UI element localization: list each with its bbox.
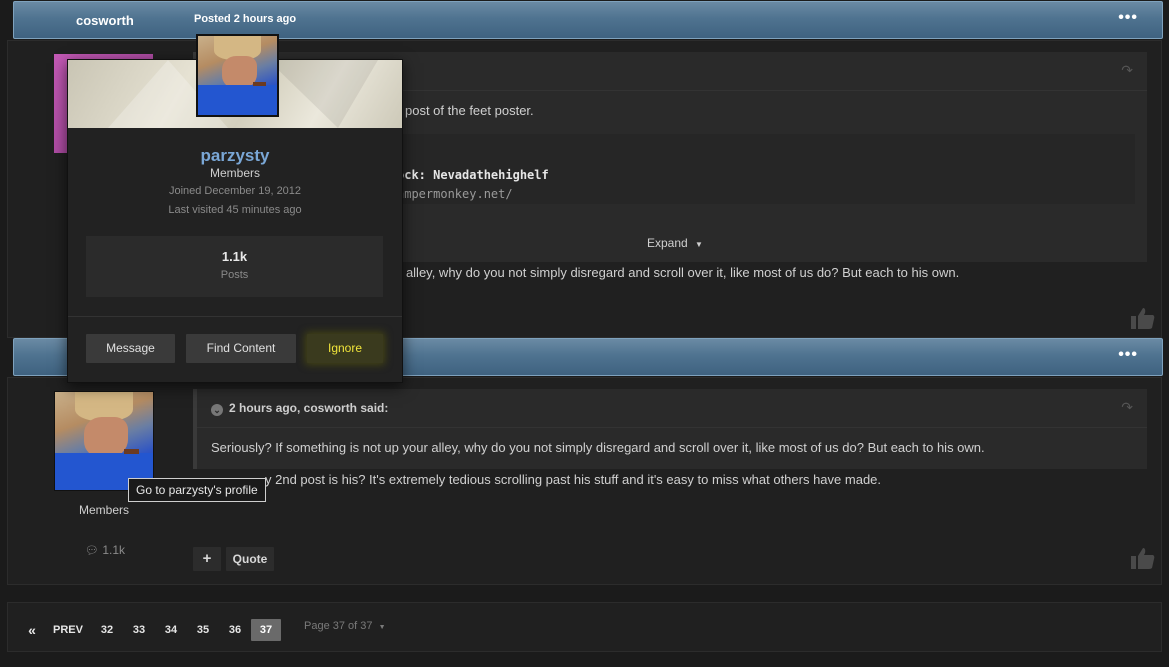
quote-text: Seriously? If something is not up your a…: [211, 440, 985, 455]
post-count-value: 1.1k: [102, 543, 125, 557]
comment-icon: 💬︎: [85, 545, 99, 557]
card-username[interactable]: parzysty: [68, 146, 402, 166]
share-arrow-icon[interactable]: ↷: [1121, 62, 1133, 79]
citation-text: 2 hours ago, cosworth said:: [229, 401, 389, 415]
ignore-button[interactable]: Ignore: [307, 334, 383, 363]
quote-block-2: ⌄ 2 hours ago, cosworth said: ↷ Seriously…: [193, 389, 1147, 469]
multiquote-button[interactable]: +: [193, 547, 221, 571]
pagination: « PREV 32 33 34 35 36 37 Page 37 of 37 ▼: [7, 602, 1162, 652]
page-link[interactable]: 35: [192, 619, 214, 641]
post-menu-button[interactable]: •••: [1118, 10, 1138, 26]
author-group: Members: [79, 503, 130, 517]
author-post-count[interactable]: 💬︎ 1.1k: [85, 543, 125, 557]
share-arrow-icon[interactable]: ↷: [1121, 399, 1133, 416]
card-group: Members: [209, 166, 260, 180]
divider: [68, 316, 402, 317]
current-page[interactable]: 37: [251, 619, 281, 641]
expand-label: Expand: [647, 236, 688, 250]
first-page-button[interactable]: «: [24, 619, 40, 641]
page-link[interactable]: 36: [224, 619, 246, 641]
find-content-button[interactable]: Find Content: [186, 334, 296, 363]
page-info-text: Page 37 of 37: [304, 620, 373, 632]
card-avatar[interactable]: [196, 34, 279, 117]
quote-button[interactable]: Quote: [226, 547, 274, 571]
like-icon[interactable]: [1131, 547, 1155, 569]
page-jump-dropdown[interactable]: Page 37 of 37 ▼: [304, 620, 386, 632]
caret-down-icon: ▼: [378, 624, 386, 631]
prev-button[interactable]: PREV: [50, 619, 86, 641]
post-author[interactable]: cosworth: [76, 13, 134, 28]
posts-stat: 1.1k Posts: [86, 236, 383, 297]
page-link[interactable]: 33: [128, 619, 150, 641]
post-text: r alley, why do you not simply disregard…: [398, 265, 960, 280]
expand-button[interactable]: Expand ▼: [647, 236, 703, 250]
card-last-visited: Last visited 45 minutes ago: [168, 204, 302, 216]
quote-citation[interactable]: ⌄ 2 hours ago, cosworth said:: [211, 401, 388, 416]
poster-avatar-2[interactable]: [54, 391, 154, 491]
chevron-down-icon[interactable]: ⌄: [211, 404, 223, 416]
page-link[interactable]: 32: [96, 619, 118, 641]
post-header-1: cosworth Posted 2 hours ago •••: [13, 1, 1163, 39]
posts-label: Posts: [220, 269, 249, 281]
caret-down-icon: ▼: [695, 240, 703, 249]
message-button[interactable]: Message: [86, 334, 175, 363]
post-date[interactable]: Posted 2 hours ago: [194, 13, 296, 25]
profile-tooltip: Go to parzysty's profile: [128, 478, 266, 502]
post-text: y 2nd post is his? It's extremely tediou…: [265, 472, 882, 487]
posts-count: 1.1k: [221, 249, 248, 264]
card-joined: Joined December 19, 2012: [168, 185, 302, 197]
code-block: ock: Nevadathehighelf ampermonkey.net/: [397, 134, 1135, 204]
quote-header: ⌄ 2 hours ago, cosworth said: ↷: [197, 389, 1147, 428]
post-menu-button[interactable]: •••: [1118, 347, 1138, 363]
code-line: ock: Nevadathehighelf: [397, 168, 549, 182]
quote-text: post of the feet poster.: [405, 103, 534, 118]
code-line: ampermonkey.net/: [397, 187, 513, 201]
like-icon[interactable]: [1131, 307, 1155, 329]
page-link[interactable]: 34: [160, 619, 182, 641]
